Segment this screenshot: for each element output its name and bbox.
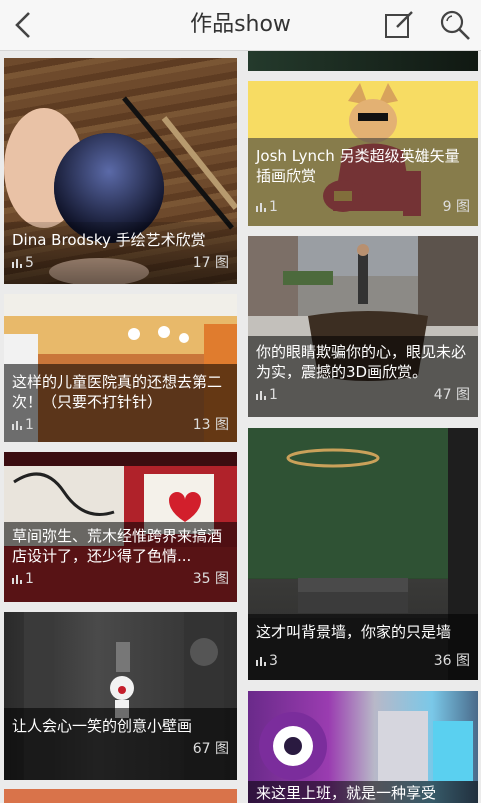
card-caption: 草间弥生、荒木经惟跨界来搞酒店设计了，还少得了色情... 1 35 图 [4,522,237,602]
card-title: 让人会心一笑的创意小壁画 [12,717,193,735]
view-count: 1 [256,385,278,405]
search-button[interactable] [436,6,474,44]
card-title: 你的眼睛欺骗你的心，眼见未必为实，震撼的3D画欣赏。 [256,343,467,381]
card-caption: 这样的儿童医院真的还想去第二次！（只要不打针针） 1 13 图 [4,364,237,442]
card-title: 草间弥生、荒木经惟跨界来搞酒店设计了，还少得了色情... [12,527,223,565]
view-count: 1 [12,569,34,589]
image-count: 36 图 [433,653,470,669]
work-card-partial[interactable] [248,51,478,71]
views-icon [256,203,266,212]
image-count: 9 图 [442,199,470,215]
card-title: 这才叫背景墙，你家的只是墙 [256,623,452,641]
work-card[interactable]: 来这里上班，就是一种享受 [248,691,478,803]
view-count: 3 [256,651,278,671]
card-caption: Dina Brodsky 手绘艺术欣赏 5 17 图 [4,222,237,284]
search-icon [440,10,470,40]
work-card[interactable]: 草间弥生、荒木经惟跨界来搞酒店设计了，还少得了色情... 1 35 图 [4,452,237,602]
work-card[interactable]: 你的眼睛欺骗你的心，眼见未必为实，震撼的3D画欣赏。 1 47 图 [248,236,478,417]
work-card[interactable]: 这样的儿童医院真的还想去第二次！（只要不打针针） 1 13 图 [4,294,237,442]
edit-icon [385,11,413,38]
work-card[interactable]: Josh Lynch 另类超级英雄矢量插画欣赏 1 9 图 [248,81,478,226]
views-icon [12,575,22,584]
view-count: 1 [256,197,278,217]
work-card[interactable]: 这才叫背景墙，你家的只是墙 3 36 图 [248,428,478,680]
image-count: 47 图 [433,387,470,403]
card-caption: 让人会心一笑的创意小壁画 67 图 [4,708,237,780]
view-count: 5 [12,253,34,273]
card-caption: 来这里上班，就是一种享受 [248,781,478,803]
card-caption: 这才叫背景墙，你家的只是墙 3 36 图 [248,614,478,680]
image-count: 13 图 [192,417,229,433]
card-title: Josh Lynch 另类超级英雄矢量插画欣赏 [256,147,460,185]
view-count: 1 [12,415,34,435]
card-title: 这样的儿童医院真的还想去第二次！（只要不打针针） [12,373,223,411]
views-icon [256,657,266,666]
works-feed[interactable]: Dina Brodsky 手绘艺术欣赏 5 17 图 这样的儿童医院真的还想去第… [0,51,481,803]
work-card-partial[interactable] [4,789,237,803]
work-card[interactable]: Dina Brodsky 手绘艺术欣赏 5 17 图 [4,58,237,284]
image-count: 35 图 [192,571,229,587]
work-card[interactable]: 让人会心一笑的创意小壁画 67 图 [4,612,237,780]
views-icon [12,259,22,268]
card-caption: 你的眼睛欺骗你的心，眼见未必为实，震撼的3D画欣赏。 1 47 图 [248,336,478,417]
image-count: 67 图 [192,741,229,757]
edit-button[interactable] [380,6,418,44]
card-caption: Josh Lynch 另类超级英雄矢量插画欣赏 1 9 图 [248,138,478,226]
image-count: 17 图 [192,255,229,271]
top-nav-bar: 作品show [0,0,481,51]
views-icon [12,421,22,430]
card-title: Dina Brodsky 手绘艺术欣赏 [12,231,206,249]
views-icon [256,391,266,400]
card-title: 来这里上班，就是一种享受 [256,784,437,802]
